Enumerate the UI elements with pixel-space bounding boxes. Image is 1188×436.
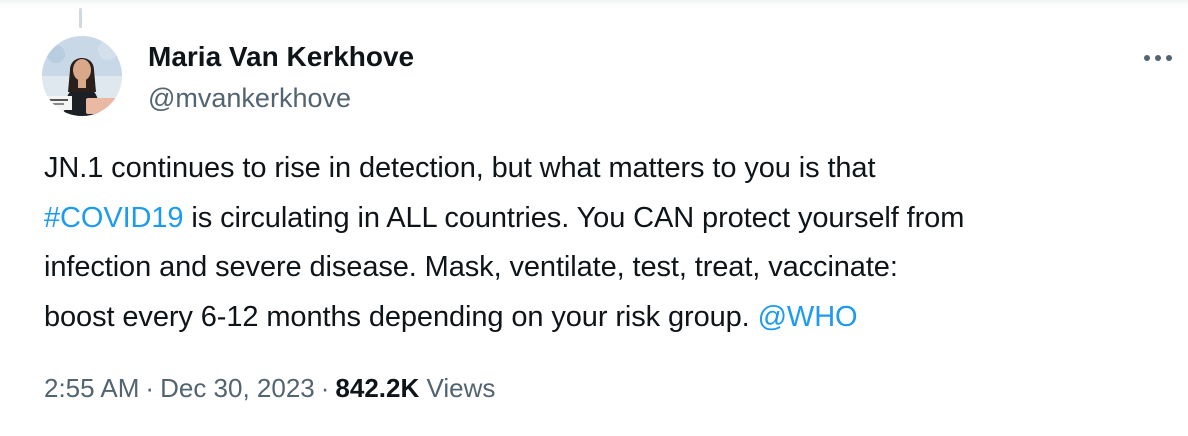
hashtag-link[interactable]: #COVID19 xyxy=(44,202,184,234)
more-options-button[interactable] xyxy=(1138,40,1178,76)
avatar-photo xyxy=(42,36,122,116)
tweet-line: infection and severe disease. Mask, vent… xyxy=(44,243,1174,293)
author-display-name[interactable]: Maria Van Kerkhove xyxy=(148,40,414,74)
more-dots-icon xyxy=(1144,55,1172,61)
tweet-line: boost every 6-12 months depending on you… xyxy=(44,293,1174,343)
tweet-line: JN.1 continues to rise in detection, but… xyxy=(44,144,1174,194)
meta-separator: · xyxy=(320,373,330,403)
tweet-text-segment: is circulating in ALL countries. You CAN… xyxy=(183,201,965,234)
tweet-text-segment: boost every 6-12 months depending on you… xyxy=(44,300,758,333)
author-handle[interactable]: @mvankerkhove xyxy=(148,82,351,114)
tweet-time[interactable]: 2:55 AM xyxy=(44,373,139,403)
avatar[interactable] xyxy=(42,36,122,116)
views-count: 842.2K xyxy=(335,373,420,403)
tweet-text: JN.1 continues to rise in detection, but… xyxy=(44,144,1174,342)
tweet-date[interactable]: Dec 30, 2023 xyxy=(160,373,315,403)
meta-separator: · xyxy=(145,373,155,403)
views-label: Views xyxy=(426,373,496,403)
tweet-text-segment: infection and severe disease. Mask, vent… xyxy=(44,251,898,283)
tweet-meta: 2:55 AM · Dec 30, 2023 · 842.2K Views xyxy=(44,370,495,406)
thread-connector-line xyxy=(79,8,82,28)
tweet-line: #COVID19 is circulating in ALL countries… xyxy=(44,194,1174,244)
tweet-text-segment: JN.1 continues to rise in detection, but… xyxy=(44,152,876,184)
top-shade xyxy=(0,0,1188,6)
mention-link[interactable]: @WHO xyxy=(758,301,858,333)
